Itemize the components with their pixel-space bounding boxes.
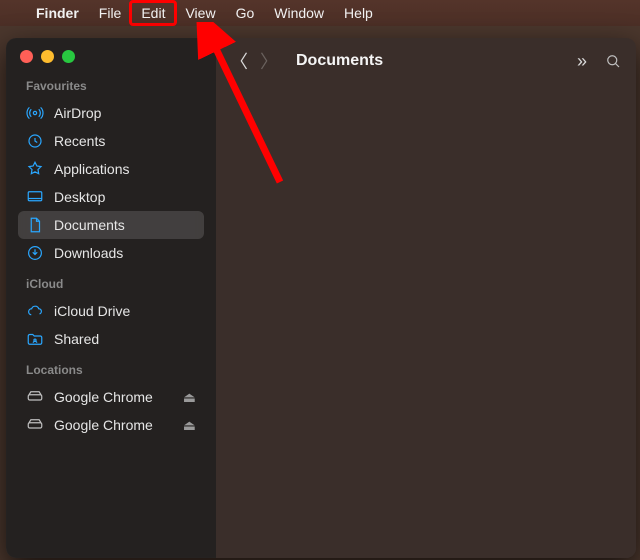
sidebar-item-disk[interactable]: Google Chrome ⏏ bbox=[18, 383, 204, 411]
forward-button[interactable]: 〉 bbox=[260, 48, 276, 74]
applications-icon bbox=[26, 160, 44, 178]
menu-help[interactable]: Help bbox=[334, 2, 383, 24]
close-button[interactable] bbox=[20, 50, 33, 63]
sidebar-item-icloud-drive[interactable]: iCloud Drive bbox=[18, 297, 204, 325]
fullscreen-button[interactable] bbox=[62, 50, 75, 63]
sidebar-item-label: Google Chrome bbox=[54, 417, 173, 433]
minimize-button[interactable] bbox=[41, 50, 54, 63]
sidebar-item-airdrop[interactable]: AirDrop bbox=[18, 99, 204, 127]
disk-icon bbox=[26, 388, 44, 406]
menu-go[interactable]: Go bbox=[226, 2, 265, 24]
downloads-icon bbox=[26, 244, 44, 262]
sidebar-item-label: Shared bbox=[54, 331, 196, 347]
disk-icon bbox=[26, 416, 44, 434]
sidebar-item-desktop[interactable]: Desktop bbox=[18, 183, 204, 211]
sidebar-item-label: Downloads bbox=[54, 245, 196, 261]
eject-icon[interactable]: ⏏ bbox=[183, 417, 196, 434]
cloud-icon bbox=[26, 302, 44, 320]
menu-edit[interactable]: Edit bbox=[131, 2, 175, 24]
sidebar-item-label: iCloud Drive bbox=[54, 303, 196, 319]
content-area: 〈 〉 Documents » bbox=[216, 38, 636, 558]
menubar-app-name[interactable]: Finder bbox=[26, 2, 89, 24]
finder-window: Favourites AirDrop Recents Applications … bbox=[6, 38, 636, 558]
airdrop-icon bbox=[26, 104, 44, 122]
sidebar-item-disk[interactable]: Google Chrome ⏏ bbox=[18, 411, 204, 439]
sidebar-item-label: Documents bbox=[54, 217, 196, 233]
section-locations-label: Locations bbox=[26, 363, 206, 377]
recents-icon bbox=[26, 132, 44, 150]
sidebar-item-documents[interactable]: Documents bbox=[18, 211, 204, 239]
window-controls bbox=[16, 50, 206, 63]
sidebar: Favourites AirDrop Recents Applications … bbox=[6, 38, 216, 558]
menubar: Finder File Edit View Go Window Help bbox=[0, 0, 640, 26]
section-icloud-label: iCloud bbox=[26, 277, 206, 291]
toolbar: 〈 〉 Documents » bbox=[216, 38, 636, 84]
documents-icon bbox=[26, 216, 44, 234]
sidebar-item-label: Recents bbox=[54, 133, 196, 149]
search-icon[interactable] bbox=[604, 52, 622, 70]
eject-icon[interactable]: ⏏ bbox=[183, 389, 196, 406]
page-title: Documents bbox=[296, 52, 383, 70]
desktop-icon bbox=[26, 188, 44, 206]
sidebar-item-shared[interactable]: Shared bbox=[18, 325, 204, 353]
menu-window[interactable]: Window bbox=[264, 2, 334, 24]
sidebar-item-label: AirDrop bbox=[54, 105, 196, 121]
sidebar-item-downloads[interactable]: Downloads bbox=[18, 239, 204, 267]
menu-file[interactable]: File bbox=[89, 2, 132, 24]
sidebar-item-label: Google Chrome bbox=[54, 389, 173, 405]
menu-view[interactable]: View bbox=[175, 2, 225, 24]
shared-folder-icon bbox=[26, 330, 44, 348]
overflow-button[interactable]: » bbox=[574, 51, 590, 72]
sidebar-item-label: Desktop bbox=[54, 189, 196, 205]
sidebar-item-recents[interactable]: Recents bbox=[18, 127, 204, 155]
sidebar-item-label: Applications bbox=[54, 161, 196, 177]
sidebar-item-applications[interactable]: Applications bbox=[18, 155, 204, 183]
section-favourites-label: Favourites bbox=[26, 79, 206, 93]
back-button[interactable]: 〈 bbox=[230, 48, 246, 74]
